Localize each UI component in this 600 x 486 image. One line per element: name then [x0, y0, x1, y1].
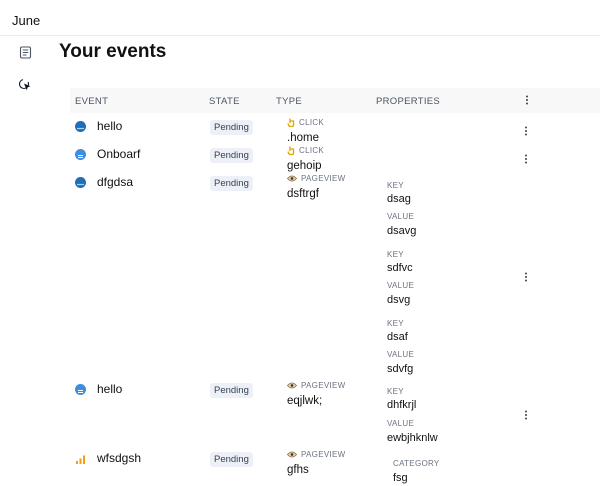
property-value-label: VALUE — [387, 281, 415, 290]
property-key-label: CATEGORY — [393, 459, 440, 468]
cursor-click-icon — [18, 78, 31, 91]
property-value-label: VALUE — [387, 212, 415, 221]
event-name: hello — [97, 119, 123, 133]
status-badge: Pending — [210, 148, 253, 163]
event-type-tag: PAGEVIEW — [287, 450, 345, 459]
row-menu-button[interactable] — [521, 410, 531, 420]
event-type-label: PAGEVIEW — [301, 381, 346, 390]
more-vertical-icon — [526, 95, 528, 105]
status-badge: Pending — [210, 176, 253, 191]
sidebar-item-events[interactable] — [14, 74, 36, 96]
property-key: sdfvc — [387, 262, 413, 274]
property-key: fsg — [393, 472, 408, 484]
event-type-tag: CLICK — [287, 118, 324, 127]
event-type-value: gfhs — [287, 464, 309, 476]
segment-icon — [75, 149, 86, 160]
column-header-properties: PROPERTIES — [376, 96, 441, 107]
status-badge: Pending — [210, 383, 253, 398]
column-header-event: EVENT — [75, 96, 109, 107]
top-bar: June — [0, 0, 600, 36]
property-value: dsvg — [387, 294, 411, 306]
event-type-value: .home — [287, 132, 319, 144]
property-value: ewbjhknlw — [387, 432, 438, 444]
event-type-label: CLICK — [299, 146, 325, 155]
property-value-label: VALUE — [387, 350, 415, 359]
column-header-type: TYPE — [276, 96, 303, 107]
page-title: Your events — [59, 41, 167, 62]
event-type-tag: CLICK — [287, 146, 324, 155]
property-value-label: VALUE — [387, 419, 415, 428]
sidebar-item-reports[interactable] — [14, 41, 36, 63]
event-type-value: gehoip — [287, 160, 322, 172]
eye-icon — [287, 451, 297, 458]
event-name: dfgdsa — [97, 175, 134, 189]
property-key: dsag — [387, 193, 411, 205]
property-key-label: KEY — [387, 387, 404, 396]
event-type-label: PAGEVIEW — [301, 174, 346, 183]
property-value: sdvfg — [387, 363, 414, 375]
event-type-tag: PAGEVIEW — [287, 381, 345, 390]
event-name: wfsdgsh — [97, 451, 142, 465]
more-vertical-icon — [525, 154, 527, 164]
globe-icon — [75, 121, 86, 132]
status-badge: Pending — [210, 120, 253, 135]
event-name: hello — [97, 382, 123, 396]
segment-icon — [75, 384, 86, 395]
row-menu-button[interactable] — [521, 154, 531, 164]
eye-icon — [287, 175, 297, 182]
property-value: dsavg — [387, 225, 417, 237]
column-header-state: STATE — [209, 96, 240, 107]
status-badge: Pending — [210, 452, 253, 467]
globe-icon — [75, 177, 86, 188]
table-header: EVENT STATE TYPE PROPERTIES — [70, 88, 600, 113]
more-vertical-icon — [525, 410, 527, 420]
eye-icon — [287, 382, 297, 389]
property-key: dsaf — [387, 331, 408, 343]
header-menu-button[interactable] — [522, 95, 532, 105]
property-key-label: KEY — [387, 250, 404, 259]
app-name: June — [12, 13, 41, 28]
property-key: dhfkrjl — [387, 399, 417, 411]
property-key-label: KEY — [387, 181, 404, 190]
row-menu-button[interactable] — [521, 126, 531, 136]
event-type-label: CLICK — [299, 118, 325, 127]
property-key-label: KEY — [387, 319, 404, 328]
hand-pointer-icon — [287, 118, 295, 127]
bar-chart-icon — [75, 452, 86, 464]
document-list-icon — [19, 45, 31, 59]
more-vertical-icon — [525, 126, 527, 136]
row-menu-button[interactable] — [521, 272, 531, 282]
event-type-tag: PAGEVIEW — [287, 174, 345, 183]
event-type-label: PAGEVIEW — [301, 450, 346, 459]
more-vertical-icon — [525, 272, 527, 282]
event-name: Onboarf — [97, 147, 141, 161]
hand-pointer-icon — [287, 146, 295, 155]
event-type-value: dsftrgf — [287, 188, 319, 200]
event-type-value: eqjlwk; — [287, 395, 323, 407]
